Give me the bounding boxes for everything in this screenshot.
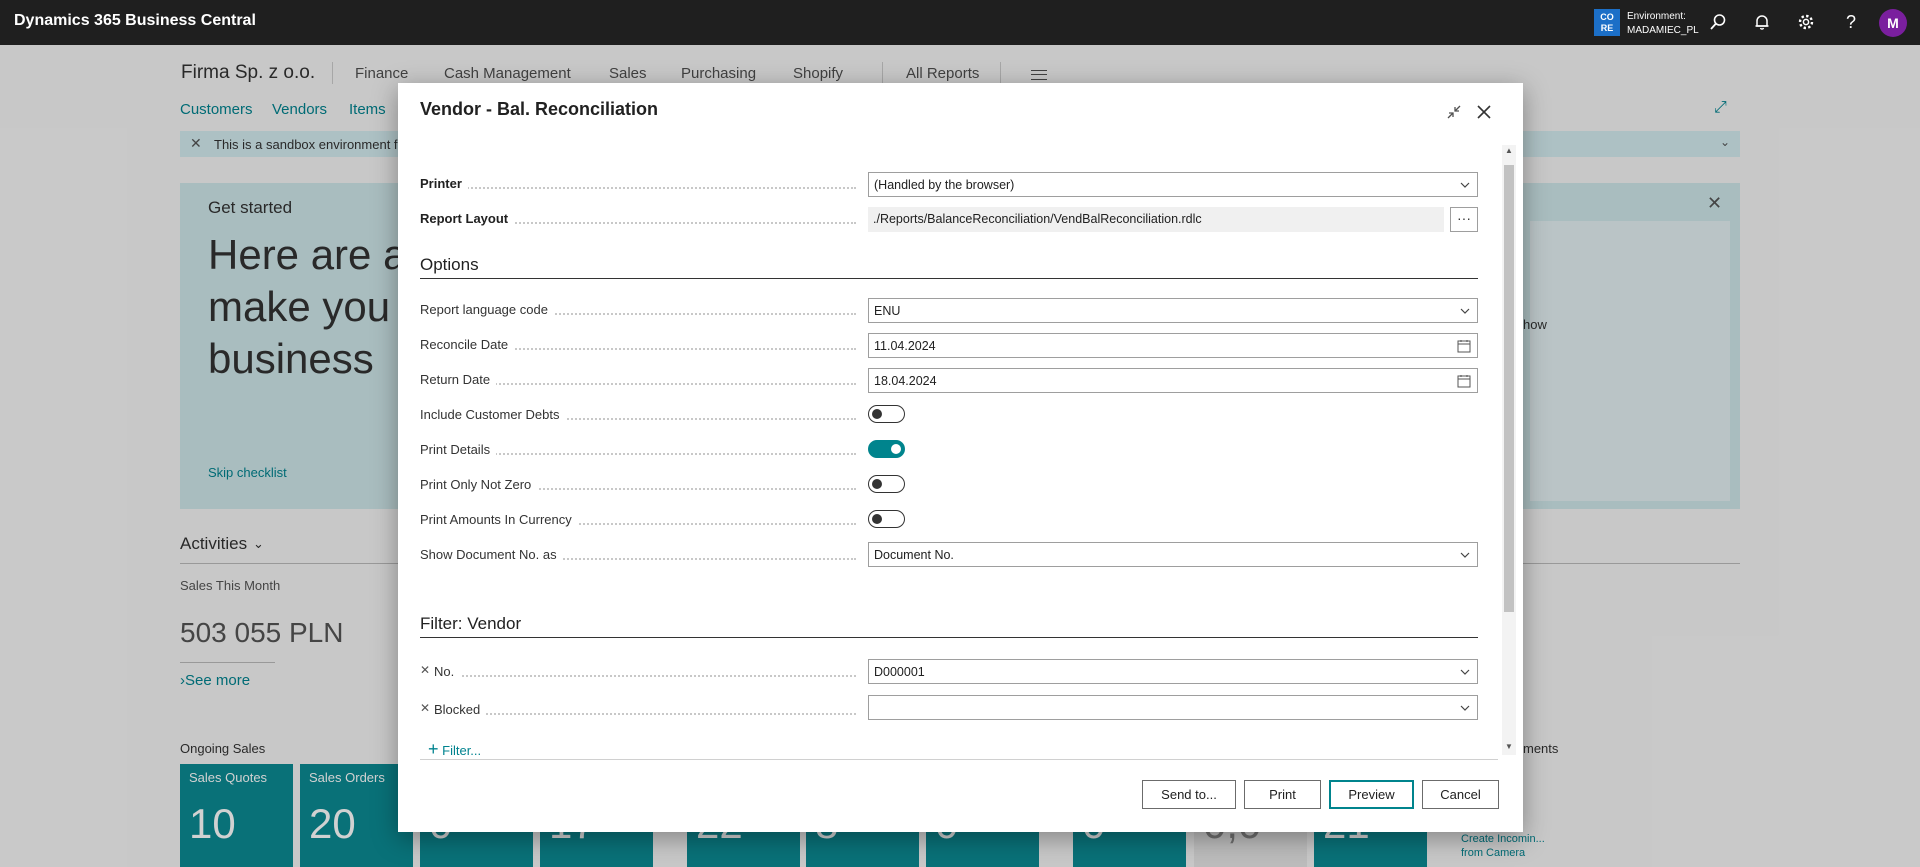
remove-filter-icon[interactable]: ✕ bbox=[420, 701, 430, 715]
label-text: Report Layout bbox=[420, 211, 515, 226]
collapse-icon[interactable] bbox=[1443, 101, 1465, 123]
field-value: (Handled by the browser) bbox=[874, 178, 1015, 192]
avatar[interactable]: M bbox=[1879, 9, 1907, 37]
toggle-knob bbox=[891, 444, 901, 454]
label-text: Blocked bbox=[434, 702, 487, 717]
print-details-label: Print Details bbox=[420, 442, 856, 458]
print-button[interactable]: Print bbox=[1244, 780, 1321, 809]
chevron-down-icon bbox=[1460, 182, 1470, 188]
include-customer-debts-toggle[interactable] bbox=[868, 405, 905, 423]
send-to-button[interactable]: Send to... bbox=[1142, 780, 1236, 809]
divider bbox=[420, 759, 1498, 760]
report-layout-field: ./Reports/BalanceReconciliation/VendBalR… bbox=[868, 207, 1444, 232]
include-customer-debts-label: Include Customer Debts bbox=[420, 407, 856, 423]
chevron-down-icon bbox=[1460, 308, 1470, 314]
label-text: No. bbox=[434, 664, 461, 679]
filter-no-input[interactable]: D000001 bbox=[868, 659, 1478, 684]
divider bbox=[420, 637, 1478, 638]
toggle-knob bbox=[872, 479, 882, 489]
top-bar: Dynamics 365 Business Central CO RE Envi… bbox=[0, 0, 1920, 45]
environment-label: Environment: bbox=[1627, 11, 1686, 22]
search-icon[interactable] bbox=[1706, 10, 1730, 34]
environment-name: MADAMIEC_PL bbox=[1627, 25, 1699, 36]
filter-no-label: No. bbox=[434, 664, 856, 680]
gear-icon[interactable] bbox=[1794, 10, 1818, 34]
label-text: Include Customer Debts bbox=[420, 407, 566, 422]
scrollbar-thumb[interactable] bbox=[1504, 165, 1514, 612]
field-value: 18.04.2024 bbox=[874, 374, 937, 388]
field-value: ENU bbox=[874, 304, 901, 318]
label-text: Show Document No. as bbox=[420, 547, 563, 562]
scroll-down-icon[interactable]: ▼ bbox=[1505, 742, 1513, 751]
remove-filter-icon[interactable]: ✕ bbox=[420, 663, 430, 677]
print-only-not-zero-toggle[interactable] bbox=[868, 475, 905, 493]
print-only-not-zero-label: Print Only Not Zero bbox=[420, 477, 856, 493]
chevron-down-icon bbox=[1460, 669, 1470, 675]
filter-blocked-input[interactable] bbox=[868, 695, 1478, 720]
toggle-knob bbox=[872, 514, 882, 524]
report-request-dialog: Vendor - Bal. Reconciliation Printer (Ha… bbox=[398, 83, 1523, 832]
calendar-icon[interactable] bbox=[1457, 374, 1471, 388]
label-text: Return Date bbox=[420, 372, 497, 387]
label-text: Print Only Not Zero bbox=[420, 477, 538, 492]
printer-select[interactable]: (Handled by the browser) bbox=[868, 172, 1478, 197]
close-icon[interactable] bbox=[1473, 101, 1495, 123]
cancel-button[interactable]: Cancel bbox=[1422, 780, 1499, 809]
print-details-toggle[interactable] bbox=[868, 440, 905, 458]
divider bbox=[420, 278, 1478, 279]
filter-vendor-heading[interactable]: Filter: Vendor bbox=[420, 614, 521, 634]
leader-dots bbox=[420, 187, 856, 189]
field-value: ./Reports/BalanceReconciliation/VendBalR… bbox=[873, 212, 1202, 226]
label-text: Print Amounts In Currency bbox=[420, 512, 578, 527]
scroll-up-icon[interactable]: ▲ bbox=[1505, 146, 1513, 155]
help-icon[interactable]: ? bbox=[1839, 10, 1863, 34]
return-date-label: Return Date bbox=[420, 372, 856, 388]
field-value: Document No. bbox=[874, 548, 954, 562]
printer-label: Printer bbox=[420, 176, 856, 192]
show-document-no-select[interactable]: Document No. bbox=[868, 542, 1478, 567]
label-text: Print Details bbox=[420, 442, 497, 457]
reconcile-date-label: Reconcile Date bbox=[420, 337, 856, 353]
filter-blocked-label: Blocked bbox=[434, 702, 856, 718]
report-language-select[interactable]: ENU bbox=[868, 298, 1478, 323]
dialog-title: Vendor - Bal. Reconciliation bbox=[420, 99, 659, 119]
chevron-down-icon bbox=[1460, 705, 1470, 711]
toggle-knob bbox=[872, 409, 882, 419]
options-heading[interactable]: Options bbox=[420, 255, 479, 275]
field-value: 11.04.2024 bbox=[874, 339, 936, 353]
leader-dots bbox=[434, 675, 856, 677]
report-layout-label: Report Layout bbox=[420, 211, 856, 227]
button-label: Print bbox=[1269, 787, 1296, 802]
preview-button[interactable]: Preview bbox=[1329, 780, 1414, 809]
label-text: Report language code bbox=[420, 302, 554, 317]
show-document-no-label: Show Document No. as bbox=[420, 547, 856, 563]
more-options-button[interactable]: ··· bbox=[1450, 207, 1478, 232]
bell-icon[interactable] bbox=[1750, 10, 1774, 34]
label-text: Printer bbox=[420, 176, 468, 191]
app-title[interactable]: Dynamics 365 Business Central bbox=[14, 12, 256, 30]
button-label: Preview bbox=[1348, 787, 1395, 802]
label-text: Reconcile Date bbox=[420, 337, 515, 352]
calendar-icon[interactable] bbox=[1457, 339, 1471, 353]
add-filter-text: Filter... bbox=[442, 743, 482, 758]
environment-badge: CO RE bbox=[1594, 9, 1620, 36]
print-amounts-in-currency-toggle[interactable] bbox=[868, 510, 905, 528]
leader-dots bbox=[434, 713, 856, 715]
report-language-label: Report language code bbox=[420, 302, 856, 318]
print-amounts-in-currency-label: Print Amounts In Currency bbox=[420, 512, 856, 528]
reconcile-date-input[interactable]: 11.04.2024 bbox=[868, 333, 1478, 358]
chevron-down-icon bbox=[1460, 552, 1470, 558]
plus-icon: + bbox=[428, 739, 439, 759]
button-label: Cancel bbox=[1440, 787, 1481, 802]
environment-info[interactable]: Environment: MADAMIEC_PL bbox=[1627, 10, 1699, 38]
return-date-input[interactable]: 18.04.2024 bbox=[868, 368, 1478, 393]
add-filter-link[interactable]: + Filter... bbox=[428, 739, 481, 760]
button-label: Send to... bbox=[1161, 787, 1217, 802]
field-value: D000001 bbox=[874, 665, 925, 679]
